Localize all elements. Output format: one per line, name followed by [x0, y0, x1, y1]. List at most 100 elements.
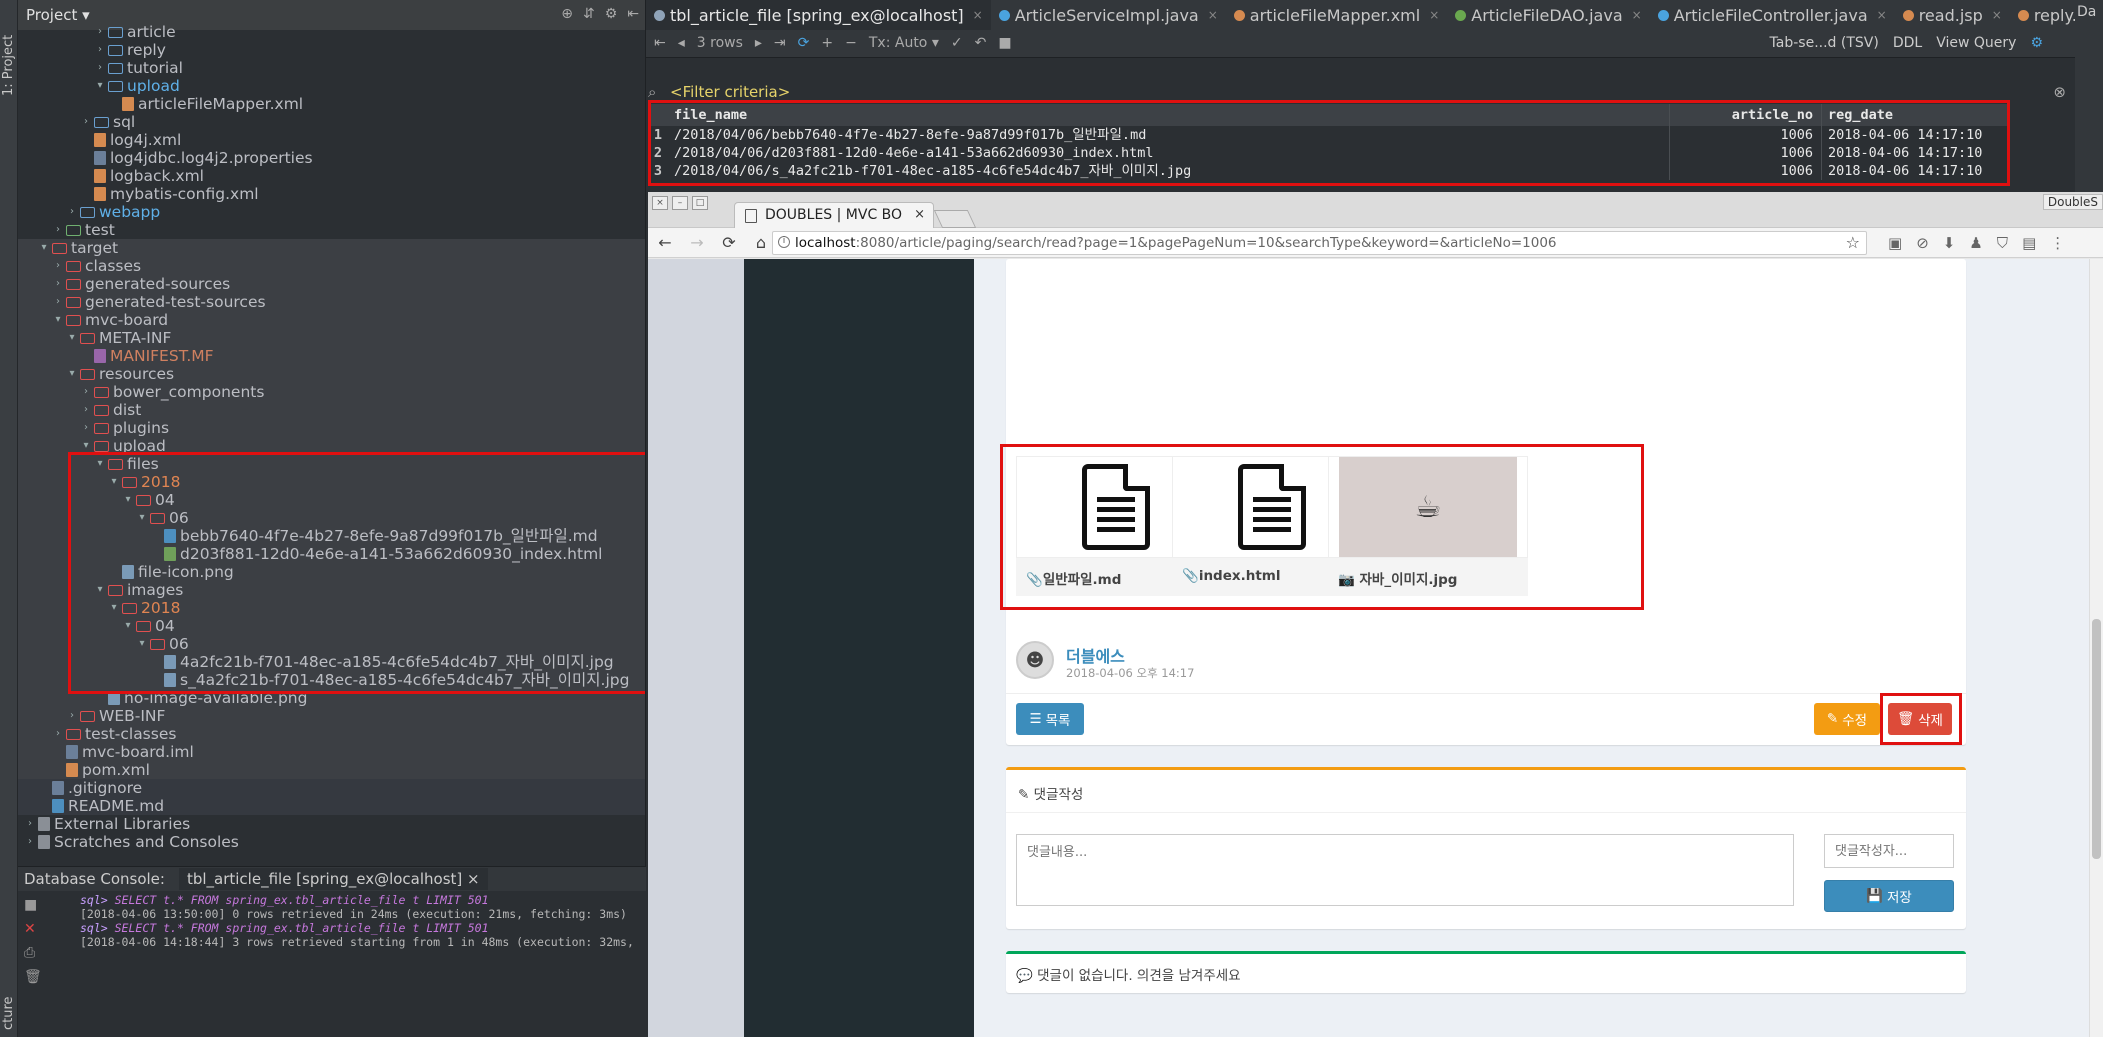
editor-tab[interactable]: ArticleFileController.java ×	[1650, 0, 1895, 30]
editor-tab[interactable]: ArticleFileDAO.java ×	[1447, 0, 1649, 30]
maximize-window-icon[interactable]: □	[692, 196, 708, 210]
chevron-down-icon[interactable]: ▾	[108, 599, 120, 617]
table-cell[interactable]: 2018-04-06 14:17:10	[1822, 144, 2008, 162]
column-header-file-name[interactable]: file_name	[668, 104, 1670, 126]
next-page-icon[interactable]: ▸	[755, 35, 762, 51]
column-header-reg-date[interactable]: reg_date	[1822, 104, 2008, 126]
url-input[interactable]: i localhost:8080/article/paging/search/r…	[772, 231, 1867, 255]
stop-icon[interactable]: ■	[24, 897, 52, 913]
extension-icon[interactable]: ⊘	[1916, 234, 1929, 252]
download-icon[interactable]: ⬇	[1943, 234, 1956, 252]
chevron-right-icon[interactable]: ›	[80, 401, 92, 419]
close-icon[interactable]: ×	[467, 870, 480, 888]
export-format-dropdown[interactable]: Tab-se...d (TSV)	[1770, 35, 1879, 51]
attachment-caption[interactable]: 📷 자바_이미지.jpg	[1328, 558, 1528, 596]
close-icon[interactable]: ×	[1877, 8, 1887, 22]
tree-item[interactable]: mybatis-config.xml	[18, 185, 645, 203]
close-window-icon[interactable]: ×	[652, 196, 668, 210]
close-icon[interactable]: ×	[1429, 8, 1439, 22]
chevron-right-icon[interactable]: ›	[52, 293, 64, 311]
tree-item[interactable]: ▾ mvc-board	[18, 311, 645, 329]
table-row[interactable]: 3/2018/04/06/s_4a2fc21b-f701-48ec-a185-4…	[648, 162, 2008, 180]
tree-item[interactable]: ▾ resources	[18, 365, 645, 383]
tree-item[interactable]: MANIFEST.MF	[18, 347, 645, 365]
attachment-thumbnail[interactable]: ☕	[1328, 456, 1528, 558]
chevron-right-icon[interactable]: ›	[94, 41, 106, 59]
delete-button[interactable]: 🗑 삭제	[1888, 703, 1952, 735]
table-row[interactable]: 2/2018/04/06/d203f881-12d0-4e6e-a141-53a…	[648, 144, 2008, 162]
close-icon[interactable]: ×	[914, 207, 925, 222]
chevron-right-icon[interactable]: ›	[52, 257, 64, 275]
reload-icon[interactable]: ⟳	[720, 233, 738, 252]
gear-icon[interactable]: ⚙	[2030, 35, 2043, 51]
table-cell[interactable]: 2018-04-06 14:17:10	[1822, 126, 2008, 144]
close-icon[interactable]: ⊗	[2053, 83, 2066, 101]
tree-item[interactable]: ▾ 04	[18, 617, 645, 635]
table-cell[interactable]: 1006	[1670, 144, 1822, 162]
extension-icon[interactable]: ▤	[2022, 234, 2036, 252]
table-cell[interactable]: /2018/04/06/bebb7640-4f7e-4b27-8efe-9a87…	[668, 126, 1670, 144]
save-reply-button[interactable]: 💾 저장	[1824, 880, 1954, 912]
table-cell[interactable]: 1006	[1670, 162, 1822, 180]
tree-item[interactable]: ▾ 04	[18, 491, 645, 509]
edit-button[interactable]: ✎ 수정	[1814, 703, 1880, 735]
collapse-icon[interactable]: ⇵	[583, 6, 595, 22]
chevron-right-icon[interactable]: ›	[24, 833, 36, 851]
tree-item[interactable]: logback.xml	[18, 167, 645, 185]
view-query-button[interactable]: View Query	[1936, 35, 2016, 51]
tree-item[interactable]: pom.xml	[18, 761, 645, 779]
first-page-icon[interactable]: ⇤	[654, 35, 666, 51]
chevron-down-icon[interactable]: ▾	[52, 311, 64, 329]
chevron-right-icon[interactable]: ›	[52, 221, 64, 239]
tree-item[interactable]: › tutorial	[18, 59, 645, 77]
tx-mode-dropdown[interactable]: Tx: Auto ▾	[869, 35, 939, 51]
menu-icon[interactable]: ⋮	[2050, 234, 2065, 252]
browser-tab[interactable]: DOUBLES | MVC BO ×	[734, 202, 934, 228]
chevron-right-icon[interactable]: ›	[94, 59, 106, 77]
commit-icon[interactable]: ✓	[951, 35, 963, 51]
tree-item[interactable]: › reply	[18, 41, 645, 59]
chevron-down-icon[interactable]: ▾	[122, 617, 134, 635]
close-icon[interactable]: ×	[1208, 8, 1218, 22]
tree-item[interactable]: 4a2fc21b-f701-48ec-a185-4c6fe54dc4b7_자바_…	[18, 653, 645, 671]
console-tab[interactable]: tbl_article_file [spring_ex@localhost] ×	[178, 868, 488, 890]
editor-tab[interactable]: tbl_article_file [spring_ex@localhost] ×	[646, 0, 991, 30]
chevron-down-icon[interactable]: ▾	[94, 77, 106, 95]
tree-item[interactable]: README.md	[18, 797, 645, 815]
tree-item[interactable]: bebb7640-4f7e-4b27-8efe-9a87d99f017b_일반파…	[18, 527, 645, 545]
tree-item[interactable]: ▾ target	[18, 239, 645, 257]
tree-item[interactable]: s_4a2fc21b-f701-48ec-a185-4c6fe54dc4b7_자…	[18, 671, 645, 689]
chevron-right-icon[interactable]: ›	[52, 725, 64, 743]
table-cell[interactable]: /2018/04/06/s_4a2fc21b-f701-48ec-a185-4c…	[668, 162, 1670, 180]
print-icon[interactable]: ⎙	[24, 945, 52, 961]
chevron-down-icon[interactable]: ▾	[94, 455, 106, 473]
tree-item[interactable]: › WEB-INF	[18, 707, 645, 725]
hide-icon[interactable]: ⇤	[627, 6, 639, 22]
column-header-article-no[interactable]: article_no	[1670, 104, 1822, 126]
tree-item[interactable]: .gitignore	[18, 779, 645, 797]
tree-item[interactable]: d203f881-12d0-4e6e-a141-53a662d60930_ind…	[18, 545, 645, 563]
tree-item[interactable]: file-icon.png	[18, 563, 645, 581]
add-row-icon[interactable]: +	[821, 35, 833, 51]
tree-item[interactable]: › generated-sources	[18, 275, 645, 293]
remove-row-icon[interactable]: −	[845, 35, 857, 51]
home-icon[interactable]: ⌂	[752, 233, 770, 252]
tree-item[interactable]: ▾ images	[18, 581, 645, 599]
extension-icon[interactable]: ♟	[1969, 234, 1982, 252]
chevron-right-icon[interactable]: ›	[80, 383, 92, 401]
extension-icon[interactable]: ⛉	[1997, 234, 2008, 252]
tree-item[interactable]: › generated-test-sources	[18, 293, 645, 311]
database-tool-tab[interactable]: Da	[2075, 0, 2103, 24]
tree-item[interactable]: › dist	[18, 401, 645, 419]
sync-icon[interactable]: ⊕	[561, 6, 573, 22]
chevron-down-icon[interactable]: ▾	[66, 365, 78, 383]
close-icon[interactable]: ×	[1992, 8, 2002, 22]
tree-item[interactable]: ▾ files	[18, 455, 645, 473]
chevron-down-icon[interactable]: ▾	[108, 473, 120, 491]
chevron-right-icon[interactable]: ›	[52, 275, 64, 293]
chevron-right-icon[interactable]: ›	[24, 815, 36, 833]
chevron-right-icon[interactable]: ›	[80, 419, 92, 437]
tree-item[interactable]: › External Libraries	[18, 815, 645, 833]
filter-criteria-input[interactable]: ⌕ <Filter criteria> ⊗	[646, 83, 2066, 103]
author-name[interactable]: 더블에스	[1066, 643, 1125, 667]
